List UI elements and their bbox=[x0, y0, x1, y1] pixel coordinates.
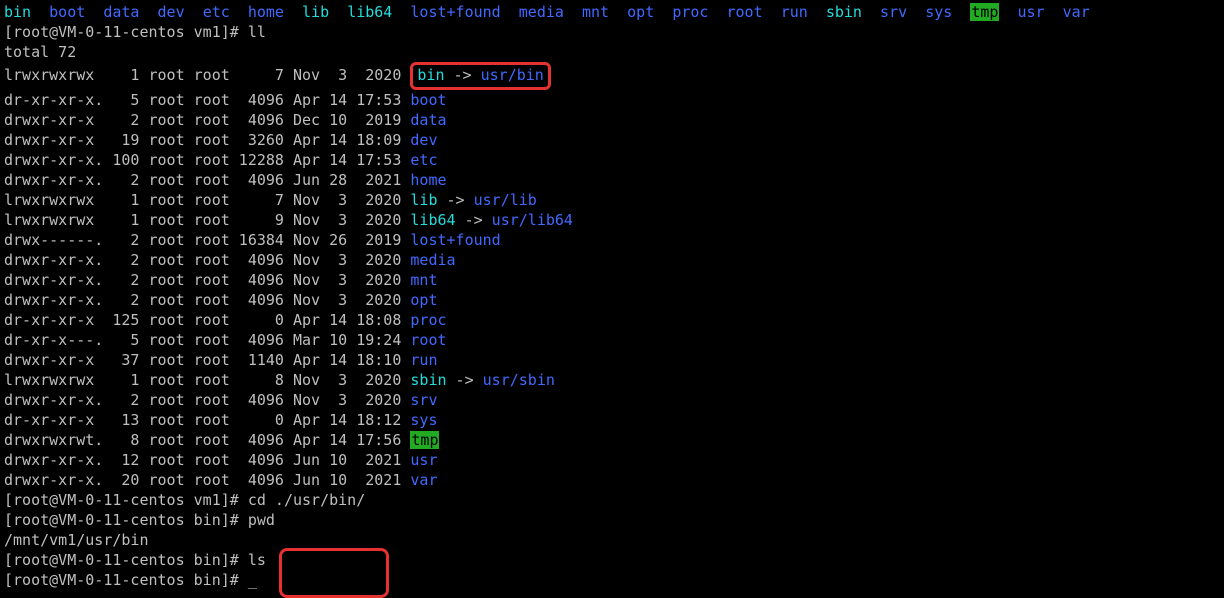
highlight-box: bin -> usr/bin bbox=[410, 62, 550, 90]
file-name: usr bbox=[410, 451, 437, 469]
dir-entry: lib bbox=[302, 3, 329, 21]
listing-row: drwxr-xr-x 37 root root 1140 Apr 14 18:1… bbox=[4, 350, 1220, 370]
command-text: ls bbox=[248, 551, 266, 569]
dir-entry: bin bbox=[4, 3, 31, 21]
dir-entry: run bbox=[781, 3, 808, 21]
file-name: run bbox=[410, 351, 437, 369]
listing-row: lrwxrwxrwx 1 root root 9 Nov 3 2020 lib6… bbox=[4, 210, 1220, 230]
listing-row: drwxr-xr-x. 2 root root 4096 Nov 3 2020 … bbox=[4, 250, 1220, 270]
listing-row: drwxrwxrwt. 8 root root 4096 Apr 14 17:5… bbox=[4, 430, 1220, 450]
dir-entry: dev bbox=[158, 3, 185, 21]
listing-row: dr-xr-xr-x 13 root root 0 Apr 14 18:12 s… bbox=[4, 410, 1220, 430]
listing-row: drwxr-xr-x. 2 root root 4096 Jun 28 2021… bbox=[4, 170, 1220, 190]
file-name: dev bbox=[410, 131, 437, 149]
total-line: total 72 bbox=[4, 42, 1220, 62]
file-name: sbin bbox=[410, 371, 446, 389]
shell-prompt: [root@VM-0-11-centos vm1]# bbox=[4, 23, 248, 41]
dir-entry: boot bbox=[49, 3, 85, 21]
file-name: boot bbox=[410, 91, 446, 109]
file-name: media bbox=[410, 251, 455, 269]
file-name: etc bbox=[410, 151, 437, 169]
listing-row: dr-xr-xr-x. 5 root root 4096 Apr 14 17:5… bbox=[4, 90, 1220, 110]
shell-prompt: [root@VM-0-11-centos bin]# bbox=[4, 511, 248, 529]
listing-row: drwxr-xr-x. 100 root root 12288 Apr 14 1… bbox=[4, 150, 1220, 170]
listing-row: lrwxrwxrwx 1 root root 7 Nov 3 2020 bin … bbox=[4, 62, 1220, 90]
pwd-output: /mnt/vm1/usr/bin bbox=[4, 530, 1220, 550]
dir-entry: srv bbox=[880, 3, 907, 21]
highlight-box bbox=[279, 548, 389, 598]
dir-entry: sys bbox=[925, 3, 952, 21]
listing-row: drwxr-xr-x. 12 root root 4096 Jun 10 202… bbox=[4, 450, 1220, 470]
terminal[interactable]: bin boot data dev etc home lib lib64 los… bbox=[0, 0, 1224, 592]
dir-entry: sbin bbox=[826, 3, 862, 21]
dir-entry: lost+found bbox=[410, 3, 500, 21]
dir-entry: media bbox=[519, 3, 564, 21]
dir-entry: mnt bbox=[582, 3, 609, 21]
dir-entry: usr bbox=[1018, 3, 1045, 21]
listing-row: drwxr-xr-x. 2 root root 4096 Nov 3 2020 … bbox=[4, 290, 1220, 310]
listing-row: lrwxrwxrwx 1 root root 8 Nov 3 2020 sbin… bbox=[4, 370, 1220, 390]
listing-row: drwxr-xr-x. 2 root root 4096 Nov 3 2020 … bbox=[4, 270, 1220, 290]
symlink-target: usr/lib bbox=[474, 191, 537, 209]
listing-row: dr-xr-xr-x 125 root root 0 Apr 14 18:08 … bbox=[4, 310, 1220, 330]
command-text: cd ./usr/bin/ bbox=[248, 491, 365, 509]
listing-row: lrwxrwxrwx 1 root root 7 Nov 3 2020 lib … bbox=[4, 190, 1220, 210]
dir-entry: etc bbox=[203, 3, 230, 21]
file-name: lib bbox=[410, 191, 437, 209]
symlink-target: usr/sbin bbox=[483, 371, 555, 389]
file-name: proc bbox=[410, 311, 446, 329]
dir-entry: tmp bbox=[970, 3, 999, 21]
shell-prompt: [root@VM-0-11-centos vm1]# bbox=[4, 491, 248, 509]
file-name: data bbox=[410, 111, 446, 129]
listing-row: dr-xr-x---. 5 root root 4096 Mar 10 19:2… bbox=[4, 330, 1220, 350]
file-name: opt bbox=[410, 291, 437, 309]
listing-row: drwxr-xr-x 19 root root 3260 Apr 14 18:0… bbox=[4, 130, 1220, 150]
listing-row: drwx------. 2 root root 16384 Nov 26 201… bbox=[4, 230, 1220, 250]
file-name: var bbox=[410, 471, 437, 489]
file-name: home bbox=[410, 171, 446, 189]
dir-entry: root bbox=[727, 3, 763, 21]
file-name: sys bbox=[410, 411, 437, 429]
file-name: lib64 bbox=[410, 211, 455, 229]
listing-row: drwxr-xr-x 2 root root 4096 Dec 10 2019 … bbox=[4, 110, 1220, 130]
dir-entry: lib64 bbox=[347, 3, 392, 21]
ls-top-row: bin boot data dev etc home lib lib64 los… bbox=[4, 2, 1220, 22]
dir-entry: home bbox=[248, 3, 284, 21]
symlink-target: usr/bin bbox=[481, 66, 544, 84]
command-text: ll bbox=[248, 23, 266, 41]
file-name: srv bbox=[410, 391, 437, 409]
file-name: lost+found bbox=[410, 231, 500, 249]
dir-entry: opt bbox=[627, 3, 654, 21]
cursor: _ bbox=[248, 571, 257, 589]
dir-entry: data bbox=[103, 3, 139, 21]
dir-entry: var bbox=[1063, 3, 1090, 21]
symlink-target: usr/lib64 bbox=[492, 211, 573, 229]
shell-prompt: [root@VM-0-11-centos bin]# bbox=[4, 551, 248, 569]
file-name: tmp bbox=[410, 431, 439, 449]
listing-row: drwxr-xr-x. 2 root root 4096 Nov 3 2020 … bbox=[4, 390, 1220, 410]
listing-row: drwxr-xr-x. 20 root root 4096 Jun 10 202… bbox=[4, 470, 1220, 490]
file-name: bin bbox=[417, 66, 444, 84]
file-name: root bbox=[410, 331, 446, 349]
shell-prompt: [root@VM-0-11-centos bin]# bbox=[4, 571, 248, 589]
dir-entry: proc bbox=[672, 3, 708, 21]
file-name: mnt bbox=[410, 271, 437, 289]
command-text: pwd bbox=[248, 511, 275, 529]
